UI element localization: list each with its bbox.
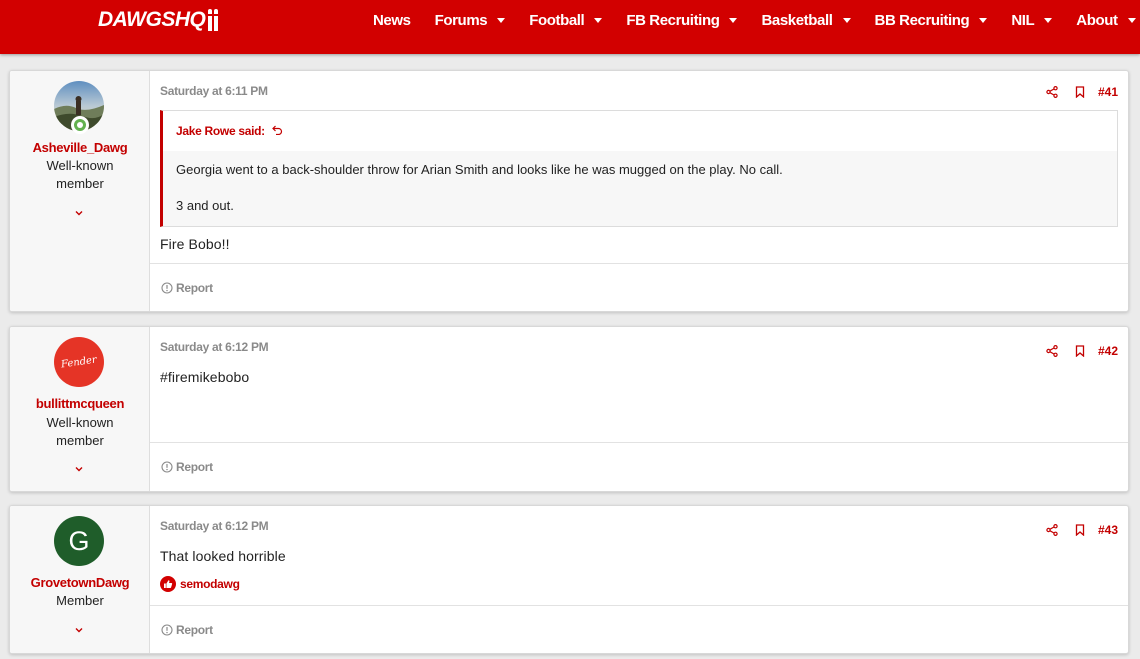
post-user-panel: G GrovetownDawg Member [10, 506, 150, 653]
chevron-down-icon[interactable] [74, 464, 84, 474]
nav-basketball-label: Basketball [761, 11, 833, 29]
post-body: That looked horrible [160, 548, 286, 564]
quote-line: 3 and out. [176, 198, 234, 213]
quote-header: Jake Rowe said: [163, 111, 1117, 151]
post-footer: Report [150, 605, 1128, 653]
post-43: G GrovetownDawg Member Saturday at 6:12 … [9, 505, 1129, 654]
nav-fb-recruiting-label: FB Recruiting [626, 11, 720, 29]
nav-fb-recruiting[interactable]: FB Recruiting [626, 11, 738, 29]
post-body: Fire Bobo!! [160, 236, 230, 252]
nav-football-label: Football [529, 11, 585, 29]
online-status-indicator [71, 116, 89, 134]
info-circle-icon [161, 624, 173, 636]
nav-news[interactable]: News [373, 12, 411, 29]
report-button[interactable]: Report [161, 281, 213, 295]
post-number-link[interactable]: #43 [1098, 523, 1118, 537]
top-navigation-bar: DAWGSHQ News Forums Football FB Recruiti… [0, 0, 1140, 54]
nav-bb-recruiting-label: BB Recruiting [874, 11, 970, 29]
site-logo[interactable]: DAWGSHQ [98, 7, 219, 33]
nav-about-label: About [1076, 11, 1118, 29]
post-actions: #41 [1038, 84, 1118, 100]
caret-down-icon[interactable] [842, 17, 851, 23]
main-nav: News Forums Football FB Recruiting Baske… [373, 0, 1140, 40]
fender-logo-text: Fender [60, 354, 98, 370]
user-title: Well-known member [46, 158, 114, 191]
post-footer: Report [150, 263, 1128, 311]
caret-down-icon[interactable] [594, 17, 603, 23]
quote-line: Georgia went to a back-shoulder throw fo… [176, 162, 783, 177]
reaction-username: semodawg [180, 577, 240, 591]
nav-about[interactable]: About [1076, 11, 1136, 29]
post-date[interactable]: Saturday at 6:11 PM [160, 84, 268, 98]
site-logo-text: DAWGSHQ [98, 8, 206, 31]
caret-down-icon[interactable] [1127, 17, 1136, 23]
report-button[interactable]: Report [161, 623, 213, 637]
user-title: Well-known member [46, 415, 114, 448]
post-number-link[interactable]: #41 [1098, 85, 1118, 99]
report-button[interactable]: Report [161, 460, 213, 474]
quoted-message: Jake Rowe said: Georgia went to a back-s… [160, 110, 1118, 227]
bookmark-icon[interactable] [1066, 84, 1094, 100]
info-circle-icon [161, 282, 173, 294]
post-body: #firemikebobo [160, 369, 250, 385]
username[interactable]: bullittmcqueen [10, 396, 150, 411]
go-to-quote-icon[interactable] [272, 124, 283, 138]
post-date[interactable]: Saturday at 6:12 PM [160, 340, 269, 354]
chevron-down-icon[interactable] [74, 208, 84, 218]
post-user-panel: Asheville_Dawg Well-known member [10, 71, 150, 311]
post-user-panel: Fender bullittmcqueen Well-known member [10, 327, 150, 491]
post-41: Asheville_Dawg Well-known member Saturda… [9, 70, 1129, 312]
avatar[interactable]: G [54, 516, 104, 566]
nav-nil-label: NIL [1011, 11, 1035, 29]
caret-down-icon[interactable] [729, 17, 738, 23]
post-number-link[interactable]: #42 [1098, 344, 1118, 358]
username[interactable]: GrovetownDawg [10, 575, 150, 590]
reaction-bar[interactable]: semodawg [160, 576, 240, 592]
quote-author[interactable]: Jake Rowe said: [176, 124, 265, 138]
share-icon[interactable] [1038, 522, 1066, 538]
nav-forums-label: Forums [434, 11, 488, 29]
nav-basketball[interactable]: Basketball [761, 11, 851, 29]
online-user-icon [74, 119, 86, 131]
nav-nil[interactable]: NIL [1011, 11, 1053, 29]
report-label: Report [176, 281, 213, 295]
post-42: Fender bullittmcqueen Well-known member … [9, 326, 1129, 492]
post-content: Saturday at 6:11 PM #41 Jake Rowe said: … [150, 71, 1128, 311]
post-actions: #42 [1038, 343, 1118, 359]
user-title: Member [56, 593, 104, 608]
caret-down-icon[interactable] [979, 17, 988, 23]
post-content: Saturday at 6:12 PM #43 That looked horr… [150, 506, 1128, 653]
avatar[interactable]: Fender [54, 337, 104, 387]
post-content: Saturday at 6:12 PM #42 #firemikebobo Re… [150, 327, 1128, 491]
quote-body: Georgia went to a back-shoulder throw fo… [163, 151, 1117, 226]
bookmark-icon[interactable] [1066, 522, 1094, 538]
share-icon[interactable] [1038, 343, 1066, 359]
caret-down-icon[interactable] [1044, 17, 1053, 23]
report-label: Report [176, 460, 213, 474]
post-actions: #43 [1038, 522, 1118, 538]
thumbs-up-icon [160, 576, 176, 592]
nav-news-label: News [373, 11, 411, 29]
nav-forums[interactable]: Forums [435, 12, 506, 29]
info-circle-icon [161, 461, 173, 473]
post-date[interactable]: Saturday at 6:12 PM [160, 519, 269, 533]
bookmark-icon[interactable] [1066, 343, 1094, 359]
caret-down-icon[interactable] [497, 17, 506, 23]
report-label: Report [176, 623, 213, 637]
share-icon[interactable] [1038, 84, 1066, 100]
nav-bb-recruiting[interactable]: BB Recruiting [875, 12, 988, 29]
nav-football[interactable]: Football [529, 11, 603, 29]
avatar-letter: G [68, 525, 90, 556]
logo-goalpost-icon [208, 9, 219, 31]
chevron-down-icon[interactable] [74, 625, 84, 635]
post-footer: Report [150, 442, 1128, 490]
username[interactable]: Asheville_Dawg [10, 140, 150, 155]
